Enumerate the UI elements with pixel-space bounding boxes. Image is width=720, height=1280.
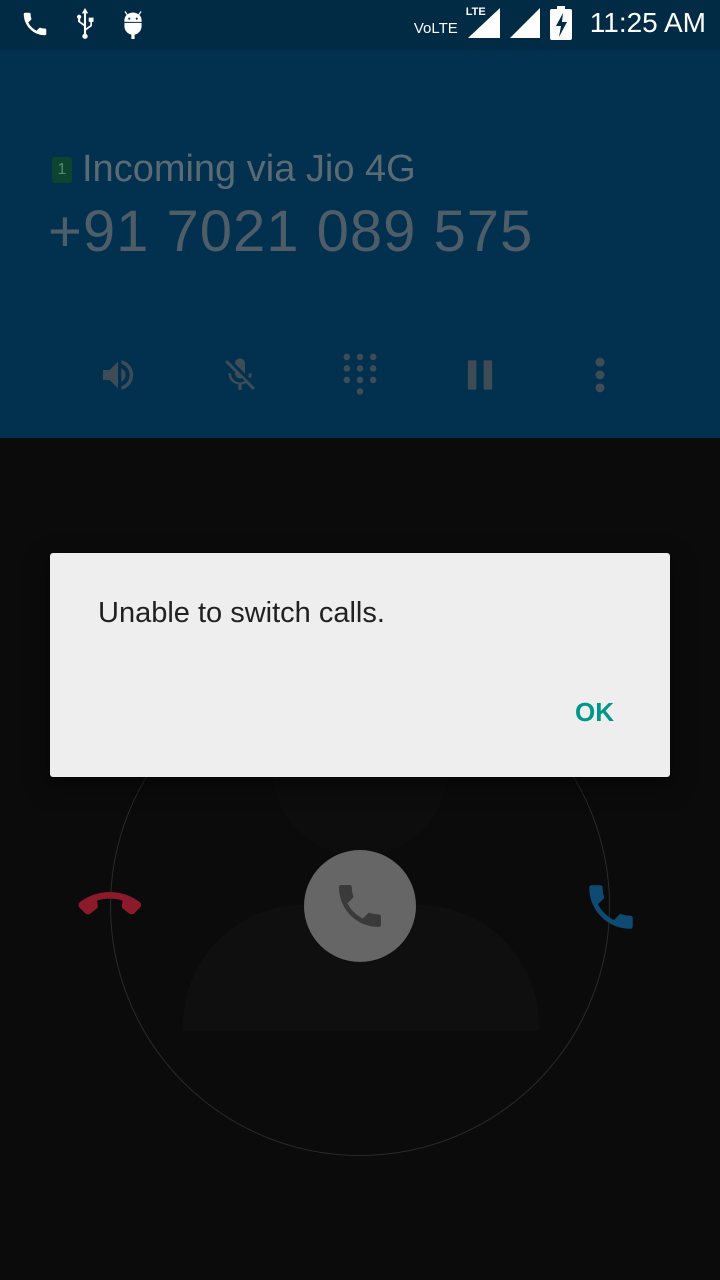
sim-slot-badge: 1 <box>52 156 72 183</box>
answer-call-icon[interactable] <box>582 878 640 936</box>
speaker-icon[interactable] <box>88 350 148 400</box>
dialog-message: Unable to switch calls. <box>98 597 385 629</box>
phone-icon <box>20 9 50 39</box>
lte-signal-icon: LTE <box>465 6 500 38</box>
android-icon <box>120 9 146 39</box>
clock: 11:25 AM <box>589 7 706 38</box>
battery-charging-icon <box>549 6 572 40</box>
answer-handle-button[interactable] <box>304 850 416 962</box>
incoming-via-label: Incoming via Jio 4G <box>82 148 416 190</box>
hold-icon[interactable] <box>450 350 510 400</box>
usb-icon <box>72 8 98 40</box>
volte-label: VoLTE <box>413 19 458 37</box>
call-header: 1 Incoming via Jio 4G +91 7021 089 575 <box>0 50 720 438</box>
error-dialog: Unable to switch calls. OK <box>50 553 670 777</box>
more-icon[interactable] <box>570 350 630 400</box>
call-controls <box>0 350 720 400</box>
caller-number: +91 7021 089 575 <box>48 199 534 264</box>
mute-icon[interactable] <box>210 350 270 400</box>
status-bar: VoLTE LTE 11:25 AM <box>0 0 720 50</box>
signal-icon <box>509 8 540 38</box>
lte-label: LTE <box>465 6 486 18</box>
dialpad-icon[interactable] <box>330 350 390 400</box>
decline-call-icon[interactable] <box>76 880 144 930</box>
ok-button[interactable]: OK <box>575 697 614 728</box>
